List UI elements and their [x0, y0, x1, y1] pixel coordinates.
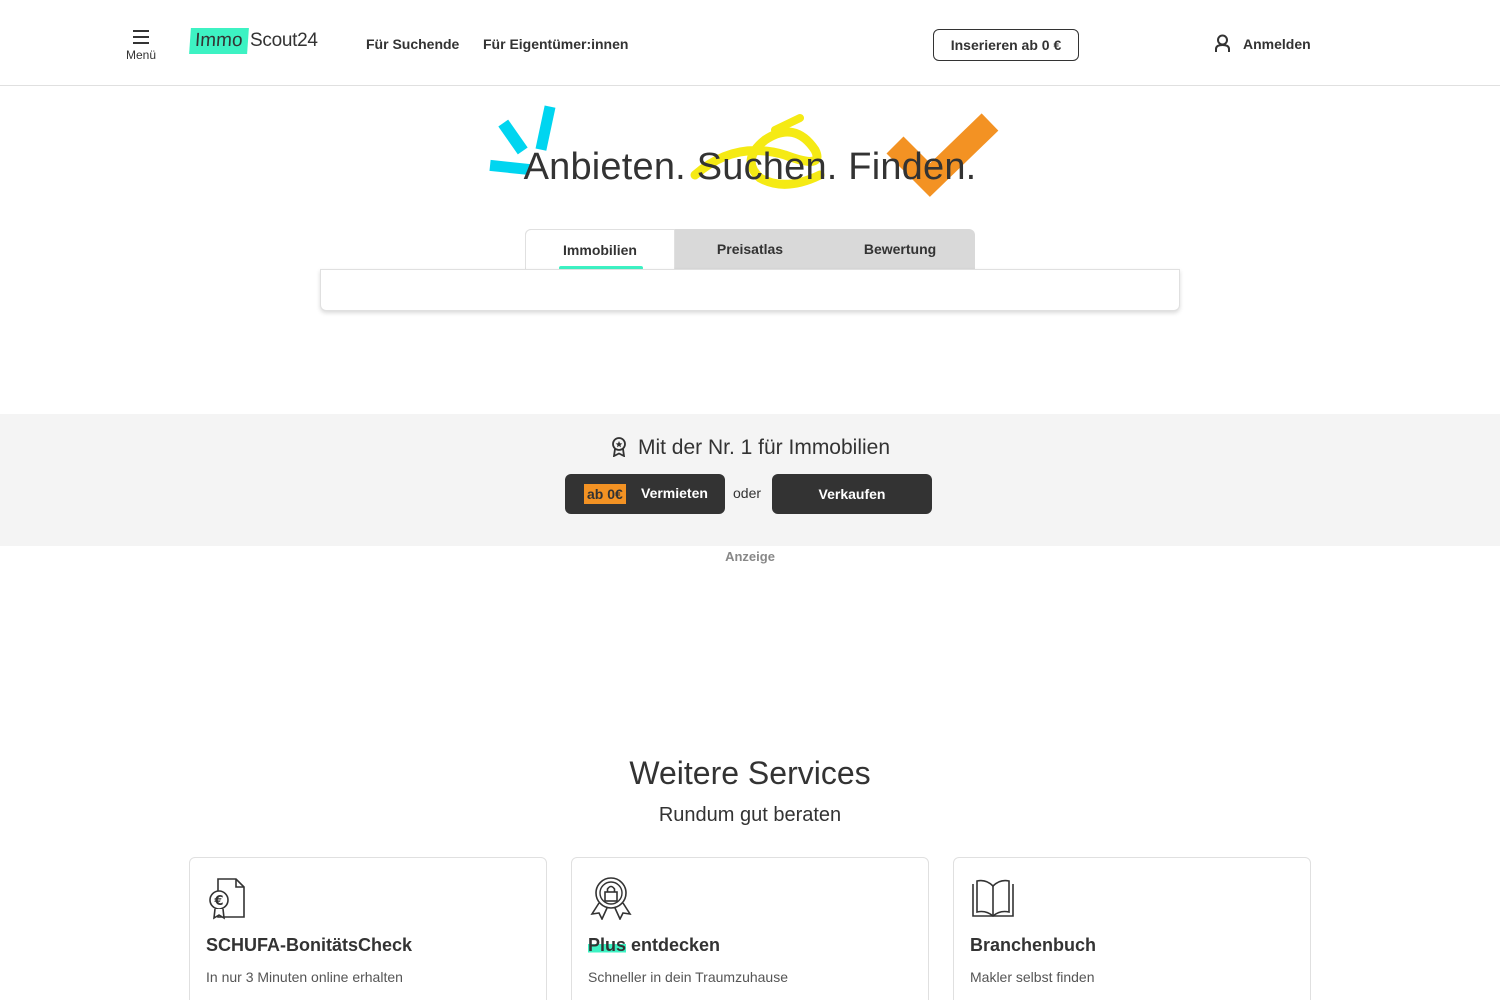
tab-bewertung[interactable]: Bewertung: [825, 229, 975, 270]
card-description: Schneller in dein Traumzuhause: [588, 969, 789, 985]
price-badge: ab 0€: [584, 484, 626, 504]
open-book-icon: [972, 879, 1014, 918]
promo-heading: Mit der Nr. 1 für Immobilien: [0, 436, 1500, 460]
promo-band: Mit der Nr. 1 für Immobilien ab 0€ Vermi…: [0, 414, 1500, 546]
hero-title: Anbieten. Suchen. Finden.: [523, 146, 977, 188]
verkaufen-button[interactable]: Verkaufen: [772, 474, 932, 514]
plus-highlight: Plus: [588, 935, 627, 955]
service-card-plus[interactable]: Plus entdecken Schneller in dein Traumzu…: [571, 857, 929, 1000]
card-title: Branchenbuch: [970, 935, 1097, 955]
tab-immobilien-label: Immobilien: [563, 242, 637, 258]
vermieten-label: Vermieten: [641, 485, 708, 501]
search-panel[interactable]: [320, 269, 1180, 311]
hamburger-icon: [133, 30, 149, 44]
promo-heading-text: Mit der Nr. 1 für Immobilien: [637, 436, 891, 459]
menu-label: Menü: [125, 48, 157, 62]
nav-fuer-suchende[interactable]: Für Suchende: [366, 36, 459, 52]
vermieten-button[interactable]: ab 0€ Vermieten: [565, 474, 725, 514]
services-title: Weitere Services: [629, 755, 871, 791]
card-description: Makler selbst finden: [970, 969, 1095, 985]
card-title: SCHUFA-BonitätsCheck: [206, 935, 413, 955]
user-icon: [1215, 34, 1230, 52]
immoscout24-logo[interactable]: Immo Scout24: [188, 26, 328, 56]
menu-button[interactable]: Menü: [122, 30, 160, 70]
promo-oder-text: oder: [733, 485, 762, 501]
card-title-rest: entdecken: [626, 935, 721, 955]
site-header: Menü Immo Scout24 Für Suchende Für Eigen…: [0, 0, 1500, 86]
award-lock-icon: [590, 877, 632, 920]
inserieren-button[interactable]: Inserieren ab 0 €: [933, 29, 1079, 61]
award-icon: [612, 437, 626, 457]
login-label: Anmelden: [1243, 36, 1311, 52]
services-subtitle: Rundum gut beraten: [658, 804, 842, 826]
tab-immobilien[interactable]: Immobilien: [525, 229, 675, 270]
nav-fuer-eigentuemer[interactable]: Für Eigentümer:innen: [483, 36, 628, 52]
logo-immo-text: Immo: [189, 28, 249, 54]
card-title: Plus entdecken: [588, 935, 720, 956]
tab-preisatlas[interactable]: Preisatlas: [675, 229, 825, 270]
ad-label: Anzeige: [725, 549, 775, 564]
search-tabs: Immobilien Preisatlas Bewertung: [525, 229, 975, 270]
card-description: In nur 3 Minuten online erhalten: [206, 969, 403, 985]
service-card-schufa[interactable]: € SCHUFA-BonitätsCheck In nur 3 Minuten …: [189, 857, 547, 1000]
document-euro-icon: €: [209, 878, 245, 920]
logo-scout-text: Scout24: [250, 30, 318, 51]
svg-text:€: €: [213, 894, 223, 909]
service-card-branchenbuch[interactable]: Branchenbuch Makler selbst finden: [953, 857, 1311, 1000]
